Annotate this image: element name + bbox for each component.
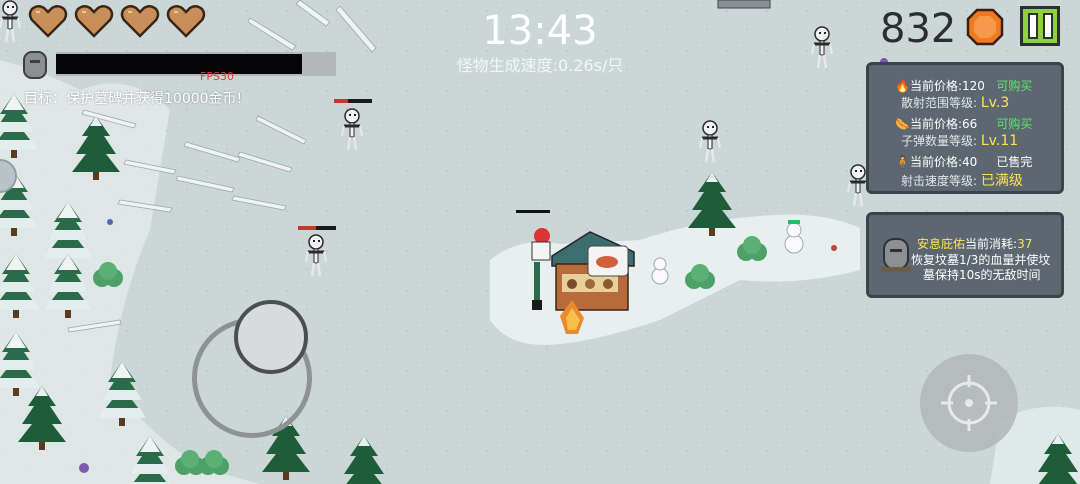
blessing-title: 安息庇佑 — [917, 237, 966, 251]
coin-counter: 832 — [880, 6, 957, 52]
fire-button[interactable] — [920, 354, 1018, 452]
tombstone-health-bar — [56, 52, 336, 76]
heart-icon — [28, 5, 68, 38]
lives-hearts — [28, 4, 206, 38]
pause-button[interactable] — [1020, 6, 1060, 46]
scatter-tower-icon: 🔥 — [895, 79, 910, 93]
bullet-speed-icon: 🧍 — [895, 155, 910, 169]
game-timer: 13:43 — [482, 8, 598, 54]
tombstone-icon — [881, 238, 911, 272]
heart-icon — [120, 5, 160, 38]
tombstone-health-fill — [56, 54, 303, 74]
spawn-rate-text: 怪物生成速度:0.26s/只 — [456, 56, 624, 75]
copper-coin-icon — [966, 8, 1004, 46]
shop-item-scatter[interactable]: 🔥当前价格:120 可购买 散射范围等级: Lv.3 — [895, 77, 1032, 111]
blessing-desc-2: 墓保持10s的无敌时间 — [923, 268, 1041, 282]
shop-item-bullet-count[interactable]: 🌭当前价格:66 可购买 子弹数量等级: Lv.11 — [895, 115, 1032, 149]
blessing-cost: 37 — [1017, 237, 1033, 251]
upgrade-shop-panel: 🔥当前价格:120 可购买 散射范围等级: Lv.3 🌭当前价格:66 可购买 … — [866, 62, 1064, 194]
sausage-icon: 🌭 — [895, 117, 910, 131]
blessing-panel[interactable]: 安息庇佑当前消耗:37 恢复坟墓1/3的血量并使坟 墓保持10s的无敌时间 — [866, 212, 1064, 298]
heart-icon — [74, 5, 114, 38]
fps-counter: FPS30 — [200, 70, 234, 83]
joystick-knob[interactable] — [234, 300, 308, 374]
heart-icon — [166, 5, 206, 38]
pause-icon — [1027, 13, 1038, 39]
goal-text: 目标：保护墓碑并获得10000金币! — [24, 91, 243, 107]
crosshair-icon — [941, 375, 997, 431]
shop-item-fire-rate[interactable]: 🧍当前价格:40 已售完 射击速度等级: 已满级 — [895, 153, 1032, 190]
